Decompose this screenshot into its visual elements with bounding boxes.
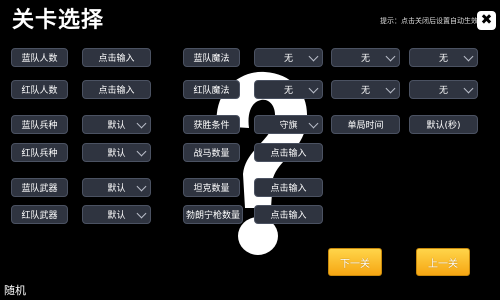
- chevron-down-icon: [308, 118, 319, 128]
- red-magic-dropdown-3[interactable]: 无: [409, 80, 478, 99]
- blue-weapon-value: 默认: [107, 184, 126, 194]
- close-button[interactable]: ✖: [477, 11, 496, 30]
- red-count-input[interactable]: 点击输入: [82, 80, 151, 99]
- blue-magic-dropdown-1[interactable]: 无: [254, 48, 323, 67]
- chevron-down-icon: [136, 146, 147, 156]
- browning-count-input[interactable]: 点击输入: [254, 205, 323, 224]
- red-magic-dropdown-1[interactable]: 无: [254, 80, 323, 99]
- blue-count-input[interactable]: 点击输入: [82, 48, 151, 67]
- red-count-label: 红队人数: [11, 80, 68, 99]
- random-button[interactable]: 随机: [4, 282, 26, 298]
- round-time-input[interactable]: 默认(秒): [409, 115, 478, 134]
- blue-magic-dropdown-2[interactable]: 无: [331, 48, 400, 67]
- red-unit-label: 红队兵种: [11, 143, 68, 162]
- red-weapon-label: 红队武器: [11, 205, 68, 224]
- red-magic-dropdown-2[interactable]: 无: [331, 80, 400, 99]
- tank-count-label: 坦克数量: [183, 178, 240, 197]
- browning-count-label: 勃朗宁枪数量: [183, 205, 243, 224]
- red-weapon-dropdown[interactable]: 默认: [82, 205, 151, 224]
- hint-text: 提示：点击关闭后设置自动生效: [380, 17, 478, 25]
- blue-weapon-label: 蓝队武器: [11, 178, 68, 197]
- chevron-down-icon: [308, 83, 319, 93]
- red-magic-value-3: 无: [438, 86, 448, 96]
- warhorse-count-input[interactable]: 点击输入: [254, 143, 323, 162]
- chevron-down-icon: [136, 118, 147, 128]
- win-condition-label: 获胜条件: [183, 115, 240, 134]
- blue-weapon-dropdown[interactable]: 默认: [82, 178, 151, 197]
- blue-unit-label: 蓝队兵种: [11, 115, 68, 134]
- chevron-down-icon: [463, 51, 474, 61]
- blue-magic-value-3: 无: [438, 54, 448, 64]
- blue-magic-dropdown-3[interactable]: 无: [409, 48, 478, 67]
- chevron-down-icon: [463, 83, 474, 93]
- tank-count-input[interactable]: 点击输入: [254, 178, 323, 197]
- red-weapon-value: 默认: [107, 211, 126, 221]
- red-unit-dropdown[interactable]: 默认: [82, 143, 151, 162]
- warhorse-count-label: 战马数量: [183, 143, 240, 162]
- chevron-down-icon: [385, 51, 396, 61]
- red-magic-label: 红队魔法: [183, 80, 240, 99]
- chevron-down-icon: [308, 51, 319, 61]
- round-time-label: 单局时间: [331, 115, 400, 134]
- blue-unit-dropdown[interactable]: 默认: [82, 115, 151, 134]
- red-magic-value-1: 无: [283, 86, 293, 96]
- red-unit-value: 默认: [107, 149, 126, 159]
- win-condition-dropdown[interactable]: 守旗: [254, 115, 323, 134]
- chevron-down-icon: [136, 208, 147, 218]
- blue-unit-value: 默认: [107, 121, 126, 131]
- blue-count-label: 蓝队人数: [11, 48, 68, 67]
- chevron-down-icon: [385, 83, 396, 93]
- red-magic-value-2: 无: [360, 86, 370, 96]
- blue-magic-value-2: 无: [360, 54, 370, 64]
- prev-level-button[interactable]: 上一关: [416, 248, 470, 276]
- blue-magic-value-1: 无: [283, 54, 293, 64]
- chevron-down-icon: [136, 181, 147, 191]
- win-condition-value: 守旗: [279, 121, 298, 131]
- next-level-button[interactable]: 下一关: [328, 248, 382, 276]
- page-title: 关卡选择: [12, 8, 105, 33]
- blue-magic-label: 蓝队魔法: [183, 48, 240, 67]
